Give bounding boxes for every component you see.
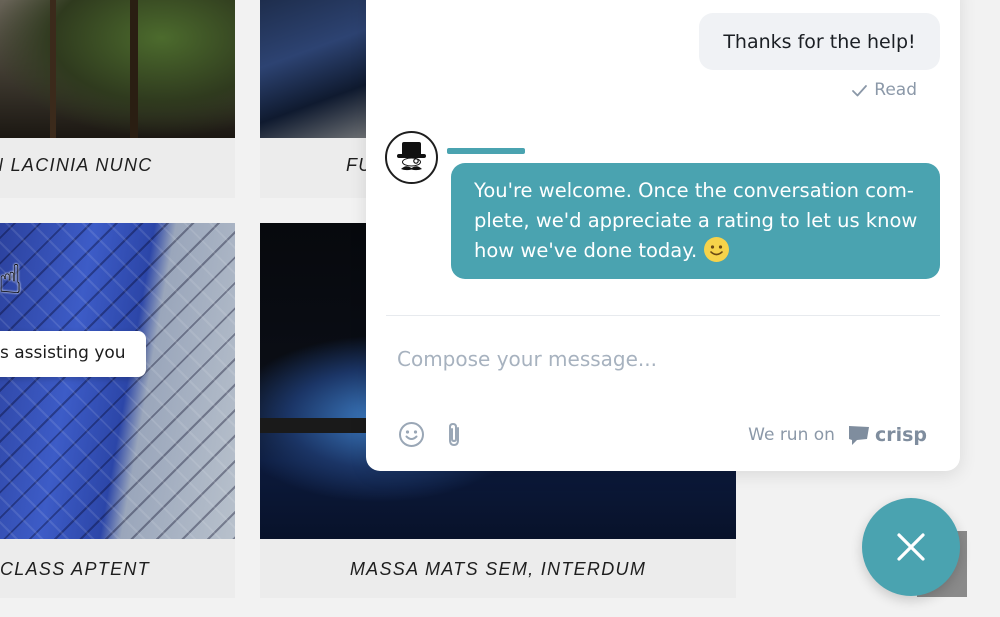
branding-prefix: We run on (748, 425, 835, 445)
user-message-bubble: Thanks for the help! (699, 13, 940, 70)
close-icon (897, 533, 925, 561)
gallery-card[interactable]: FU (260, 0, 370, 198)
gallery-photo-patio (0, 0, 235, 138)
chat-close-button[interactable] (862, 498, 960, 596)
hand-pointer-icon: ☝ (0, 257, 23, 303)
operator-avatar (385, 131, 438, 184)
assist-tooltip: s assisting you (0, 331, 146, 377)
check-icon (852, 84, 868, 96)
crisp-branding-link[interactable]: We run on crisp (748, 424, 927, 446)
read-receipt: Read (851, 80, 917, 100)
operator-message-bubble: You're welcome. Once the conversation co… (451, 163, 940, 279)
smiley-icon[interactable] (398, 421, 425, 448)
branding-name: crisp (874, 424, 927, 446)
gallery-card[interactable]: N LACINIA NUNC (0, 0, 235, 198)
smiling-face-icon (704, 237, 730, 262)
gallery-caption: N LACINIA NUNC (0, 155, 153, 175)
top-hat-mustache-avatar-icon (397, 142, 426, 171)
gallery-card[interactable]: CLASS APTENT (0, 223, 235, 598)
paperclip-icon[interactable] (444, 421, 466, 449)
gallery-caption: CLASS APTENT (0, 559, 150, 579)
read-status-label: Read (874, 80, 917, 100)
gallery-caption: MASSA MATS SEM, INTERDUM (349, 559, 647, 579)
chat-panel: Thanks for the help! Read You're welcome… (366, 0, 960, 471)
operator-message-text: You're welcome. Once the conversation co… (474, 179, 918, 262)
crisp-logo-icon (848, 426, 869, 445)
gallery-photo-architecture (260, 0, 370, 138)
operator-name-placeholder (447, 148, 525, 154)
compose-message-input[interactable] (397, 341, 917, 377)
compose-divider (386, 315, 940, 316)
gallery-photo-blue-facade (0, 223, 235, 539)
